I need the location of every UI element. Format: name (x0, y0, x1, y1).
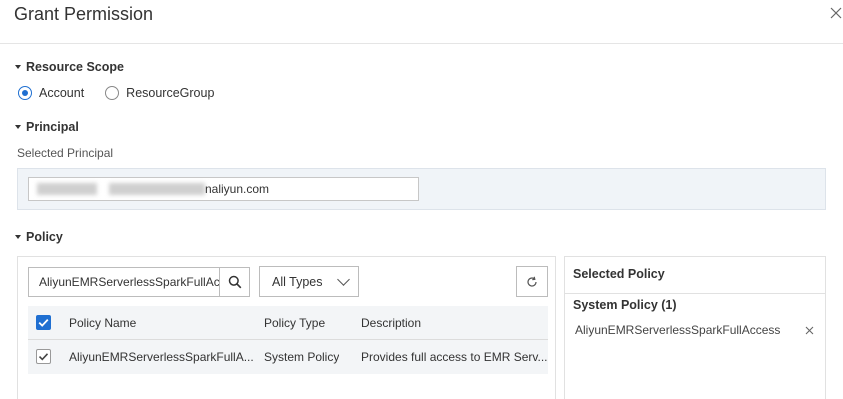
selected-policy-title: Selected Policy (573, 267, 665, 281)
column-header-type[interactable]: Policy Type (264, 316, 325, 330)
radio-checked-icon[interactable] (18, 86, 32, 100)
dialog-title: Grant Permission (14, 4, 154, 24)
selected-policy-group: System Policy (1) (573, 298, 677, 312)
redacted-text (37, 183, 97, 195)
table-header-row: Policy Name Policy Type Description (28, 306, 548, 340)
search-icon (228, 275, 241, 289)
policy-name-cell: AliyunEMRServerlessSparkFullA... (69, 350, 254, 364)
checkbox-icon (38, 353, 49, 361)
dialog-header: Grant Permission (0, 0, 843, 44)
select-all-checkbox[interactable] (36, 315, 51, 330)
principal-box: naliyun.com (17, 168, 826, 210)
refresh-button[interactable] (516, 266, 548, 297)
caret-down-icon (15, 65, 21, 69)
caret-down-icon (15, 125, 21, 129)
policy-heading[interactable]: Policy (15, 230, 63, 244)
resource-scope-label: Resource Scope (26, 60, 124, 74)
chevron-down-icon (337, 273, 350, 286)
policy-type-cell: System Policy (264, 350, 340, 364)
radio-account[interactable]: Account (18, 86, 84, 100)
selected-policy-panel: Selected Policy System Policy (1) Aliyun… (564, 256, 826, 399)
column-header-name[interactable]: Policy Name (69, 316, 136, 330)
radio-unchecked-icon[interactable] (105, 86, 120, 100)
search-button[interactable] (219, 267, 250, 297)
principal-heading[interactable]: Principal (15, 120, 79, 134)
caret-down-icon (15, 235, 21, 239)
principal-input[interactable]: naliyun.com (28, 177, 419, 201)
close-icon[interactable] (829, 6, 843, 20)
policy-description-cell: Provides full access to EMR Serv... (361, 350, 547, 364)
policy-search-panel: AliyunEMRServerlessSparkFullAc All Types… (17, 256, 556, 399)
row-checkbox[interactable] (36, 349, 51, 364)
redacted-text (109, 183, 205, 195)
radio-resourcegroup-label: ResourceGroup (126, 86, 215, 100)
table-row[interactable]: AliyunEMRServerlessSparkFullA... System … (28, 340, 548, 374)
panel-divider (565, 293, 825, 294)
radio-resourcegroup[interactable]: ResourceGroup (105, 86, 214, 100)
policy-type-value: All Types (272, 275, 323, 289)
checkbox-icon (38, 318, 49, 327)
selected-principal-label: Selected Principal (17, 146, 114, 160)
column-header-description[interactable]: Description (361, 316, 421, 330)
remove-icon[interactable] (805, 326, 814, 335)
policy-type-select[interactable]: All Types (259, 266, 359, 297)
radio-account-label: Account (39, 86, 85, 100)
resource-scope-heading[interactable]: Resource Scope (15, 60, 124, 74)
refresh-icon (527, 276, 537, 287)
principal-value: naliyun.com (205, 182, 270, 196)
policy-heading-label: Policy (26, 230, 63, 244)
resource-scope-options: Account ResourceGroup (18, 86, 235, 100)
principal-heading-label: Principal (26, 120, 79, 134)
policy-search-input[interactable]: AliyunEMRServerlessSparkFullAc (28, 267, 220, 297)
selected-policy-item: AliyunEMRServerlessSparkFullAccess (575, 323, 781, 337)
